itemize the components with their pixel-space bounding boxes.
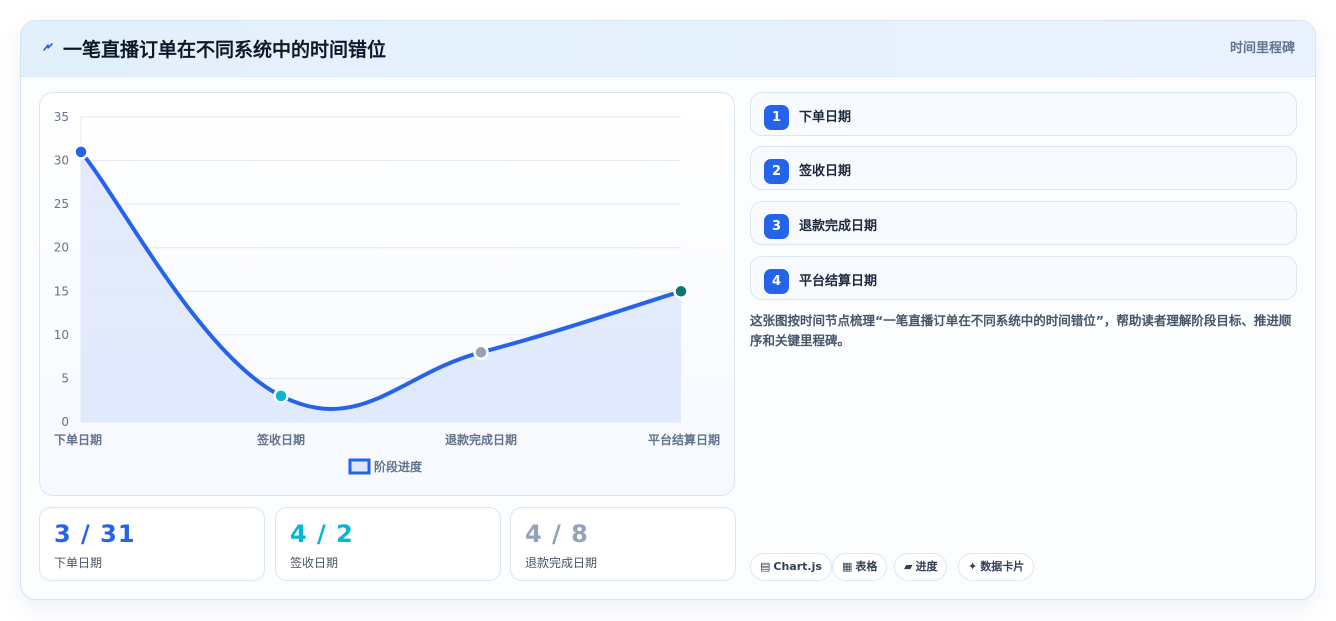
chip-table[interactable]: ▦ 表格 [832,553,888,581]
table-icon: ▦ [842,560,853,573]
legend-label: 阶段进度 [374,459,423,474]
chart-description: 这张图按时间节点梳理“一笔直播订单在不同系统中的时间错位”，帮助读者理解阶段目标… [750,313,1292,348]
chip-data-card[interactable]: ✦ 数据卡片 [958,553,1035,581]
chart-icon: ▤ [760,560,771,573]
step-badge: 2 [764,159,789,184]
stat-value: 3 / 31 [54,520,136,548]
bolt-icon [41,39,55,57]
step-label: 签收日期 [799,164,852,179]
step-item-2[interactable]: 2 签收日期 [750,146,1297,190]
progress-icon: ▰ [904,560,913,573]
page-title: 一笔直播订单在不同系统中的时间错位 [63,39,387,61]
data-point[interactable] [673,283,689,300]
timeline-card: 一笔直播订单在不同系统中的时间错位 时间里程碑 0 5 10 15 20 25 30 35 下… [20,20,1316,600]
y-tick-label: 0 [61,415,69,429]
chip-label: Chart.js [773,560,822,573]
step-label: 下单日期 [799,110,852,125]
step-badge: 3 [764,214,789,239]
line-chart: 0 5 10 15 20 25 30 35 下单日期 签收日期 退款完成日期 平台结算日期 阶段进度 [54,110,720,475]
chart-panel: 0 5 10 15 20 25 30 35 下单日期 签收日期 退款完成日期 平台结算日期 阶段进度 [39,92,735,496]
x-tick-label: 签收日期 [256,432,305,447]
stat-label: 签收日期 [290,556,339,570]
y-tick-label: 30 [54,154,69,168]
chart-legend[interactable]: 阶段进度 [348,458,423,475]
stat-card-order: 3 / 31 下单日期 [39,507,265,581]
chip-label: 进度 [915,560,938,573]
y-tick-label: 25 [54,197,69,211]
chip-progress[interactable]: ▰ 进度 [894,553,948,581]
data-point[interactable] [73,144,89,160]
stat-card-receipt: 4 / 2 签收日期 [275,507,501,581]
step-item-1[interactable]: 1 下单日期 [750,92,1297,136]
chip-label: 数据卡片 [980,560,1025,573]
y-tick-label: 5 [61,371,69,385]
stat-card-refund: 4 / 8 退款完成日期 [510,507,736,581]
data-point[interactable] [473,344,489,361]
stat-value: 4 / 2 [290,520,354,548]
step-badge: 1 [764,105,789,130]
stat-label: 下单日期 [54,556,103,570]
chip-chartjs[interactable]: ▤ Chart.js [750,553,832,581]
step-item-3[interactable]: 3 退款完成日期 [750,201,1297,245]
step-label: 退款完成日期 [799,219,878,234]
y-tick-label: 35 [54,110,69,124]
card-header: 一笔直播订单在不同系统中的时间错位 时间里程碑 [21,21,1315,77]
header-tag: 时间里程碑 [1229,41,1295,56]
step-label: 平台结算日期 [799,274,878,289]
stat-value: 4 / 8 [525,520,589,548]
x-tick-label: 下单日期 [54,432,102,447]
y-tick-label: 10 [54,328,69,342]
step-badge: 4 [764,269,789,294]
sparkle-icon: ✦ [968,560,978,573]
x-tick-label: 退款完成日期 [445,432,517,447]
chip-label: 表格 [855,560,878,573]
x-tick-label: 平台结算日期 [648,432,720,447]
stat-label: 退款完成日期 [525,556,598,570]
y-tick-label: 20 [54,241,69,255]
legend-swatch [348,458,371,475]
data-point[interactable] [273,388,289,404]
step-item-4[interactable]: 4 平台结算日期 [750,256,1297,300]
y-tick-label: 15 [54,284,69,298]
